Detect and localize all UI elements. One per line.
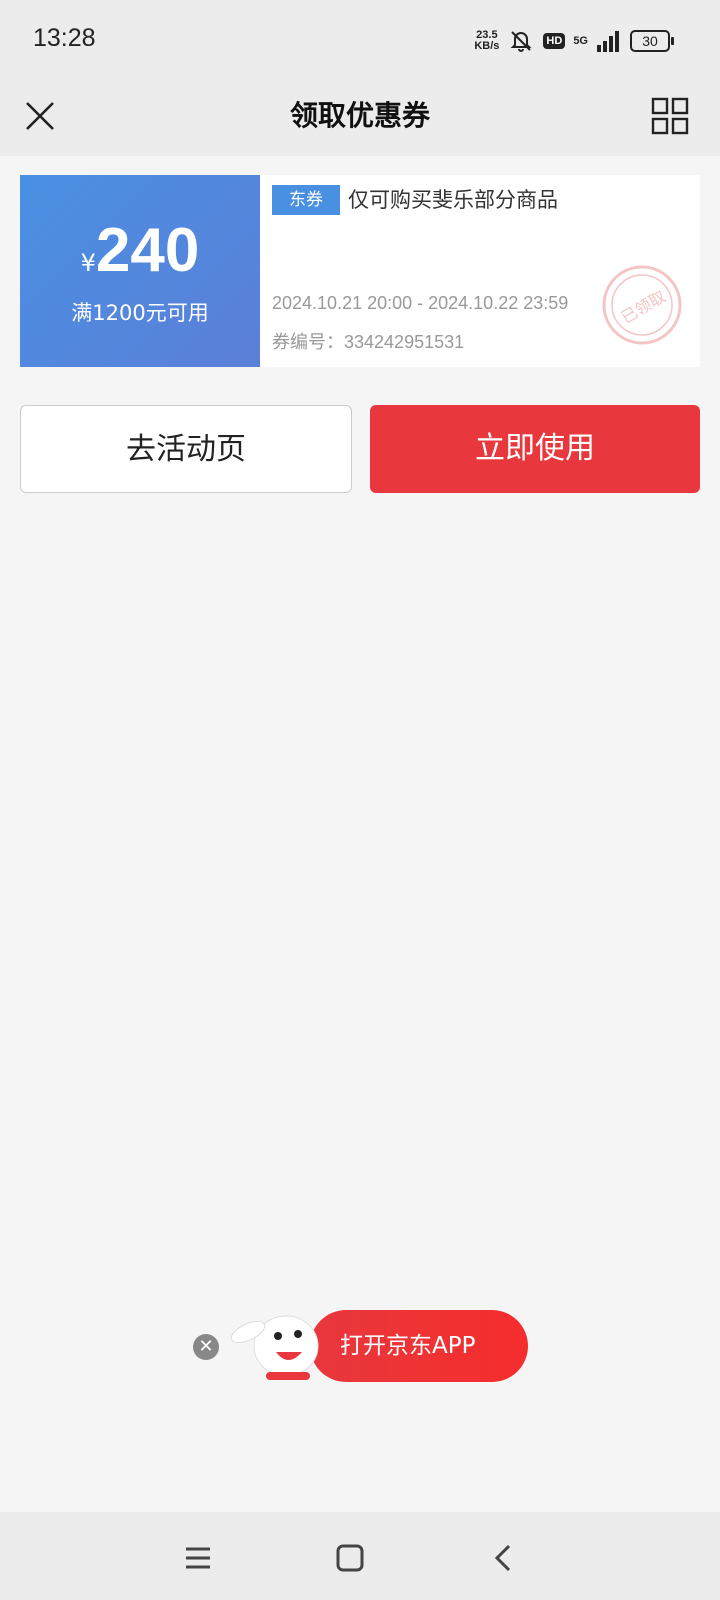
coupon-description: 仅可购买斐乐部分商品 xyxy=(348,188,558,212)
banner-close-button[interactable]: ✕ xyxy=(193,1334,219,1360)
coupon-amount-value: 240 xyxy=(95,216,200,285)
home-button[interactable] xyxy=(330,1538,370,1578)
coupon-info-panel: 东券 仅可购买斐乐部分商品 2024.10.21 20:00 - 2024.10… xyxy=(260,175,700,367)
network-type: 5G xyxy=(573,34,588,47)
go-activity-button[interactable]: 去活动页 xyxy=(20,405,352,493)
battery-icon: 30 xyxy=(630,30,674,52)
page-title: 领取优惠券 xyxy=(289,99,430,132)
home-icon xyxy=(336,1544,364,1572)
status-bar: 13:28 23.5 KB/s HD 5G 30 xyxy=(0,0,720,78)
coupon-type-tag: 东券 xyxy=(272,185,340,215)
nav-header: 领取优惠券 xyxy=(0,78,720,156)
back-button[interactable] xyxy=(484,1538,524,1578)
use-now-button[interactable]: 立即使用 xyxy=(370,405,700,493)
system-nav-bar xyxy=(0,1512,720,1600)
back-icon xyxy=(494,1544,511,1572)
close-icon: ✕ xyxy=(198,1336,214,1357)
received-stamp-icon: 已领取 xyxy=(602,265,682,345)
stamp-text: 已领取 xyxy=(618,287,669,327)
coupon-condition: 满1200元可用 xyxy=(71,301,209,325)
coupon-value-panel: ¥240 满1200元可用 xyxy=(20,175,260,367)
coupon-code-row: 券编号：334242951531 xyxy=(272,328,464,354)
mute-icon xyxy=(511,31,532,52)
coupon-card[interactable]: ¥240 满1200元可用 东券 仅可购买斐乐部分商品 2024.10.21 2… xyxy=(20,175,700,367)
network-speed: 23.5 KB/s xyxy=(474,29,500,52)
currency-symbol: ¥ xyxy=(80,249,96,277)
menu-icon xyxy=(186,1547,210,1569)
menu-button[interactable] xyxy=(178,1538,218,1578)
status-time: 13:28 xyxy=(33,24,96,52)
signal-icon xyxy=(597,31,619,52)
grid-icon xyxy=(651,97,689,135)
hd-badge: HD xyxy=(543,33,566,49)
coupon-code-label: 券编号： xyxy=(272,332,344,353)
open-app-label: 打开京东APP xyxy=(340,1333,476,1359)
joy-dog-mascot-icon xyxy=(230,1315,319,1380)
coupon-validity: 2024.10.21 20:00 - 2024.10.22 23:59 xyxy=(272,293,569,313)
open-app-banner: ✕ 打开京东APP xyxy=(190,1308,530,1384)
grid-menu-button[interactable] xyxy=(648,94,692,138)
coupon-code: 334242951531 xyxy=(344,332,465,352)
coupon-amount: ¥240 xyxy=(20,215,260,286)
status-icons: 23.5 KB/s HD 5G 30 xyxy=(474,24,674,58)
